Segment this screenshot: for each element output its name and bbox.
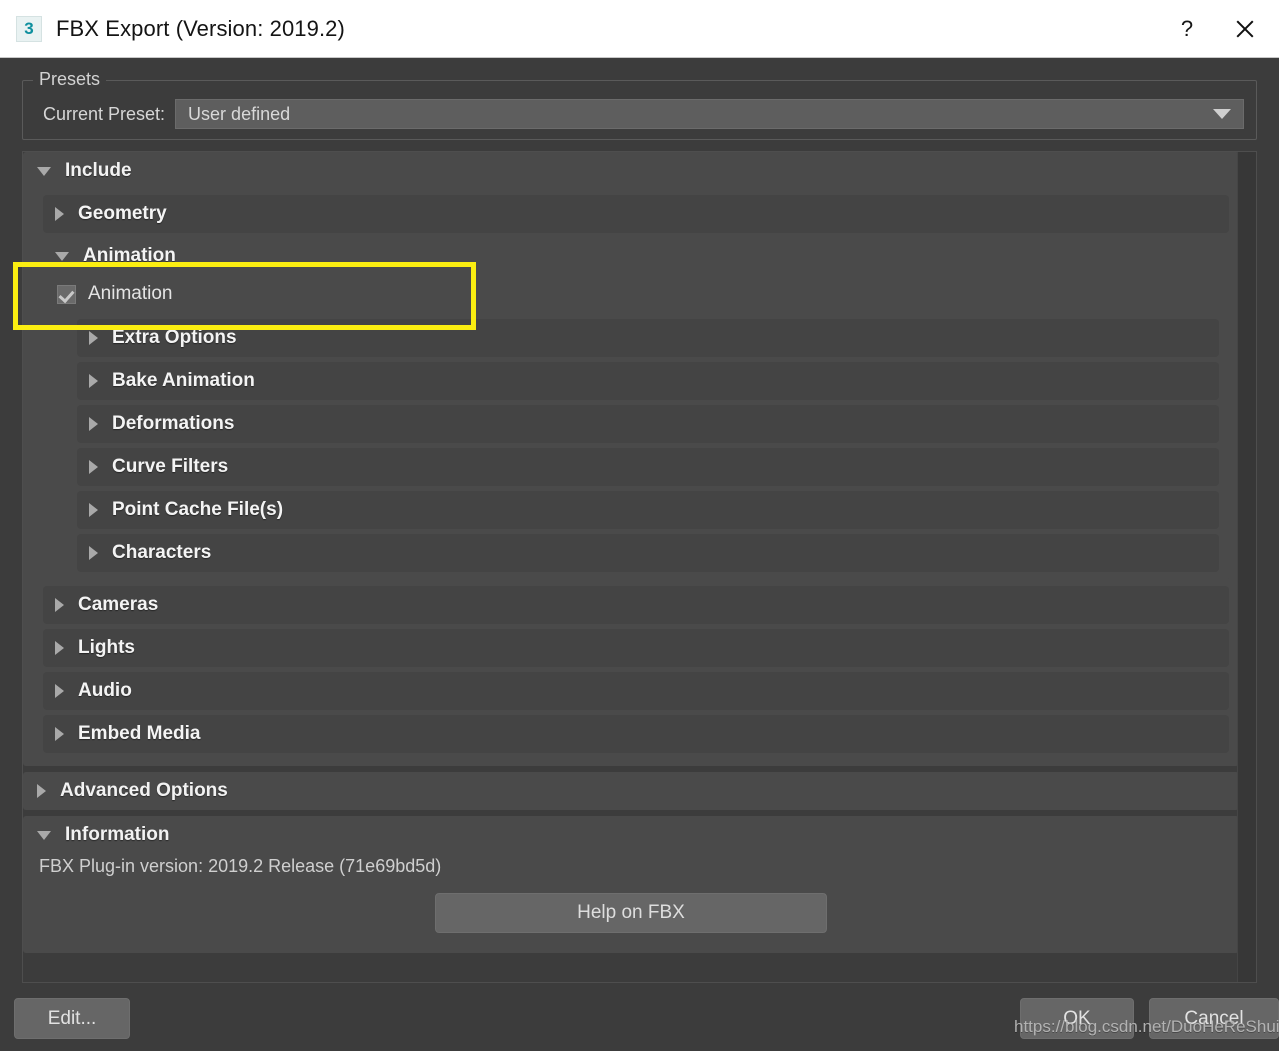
chevron-down-icon (37, 830, 51, 840)
row-extra-options[interactable]: Extra Options (77, 319, 1219, 357)
window-titlebar: 3 FBX Export (Version: 2019.2) ? (0, 0, 1279, 58)
chevron-down-icon (37, 166, 51, 176)
row-characters[interactable]: Characters (77, 534, 1219, 572)
group-advanced-options-header[interactable]: Advanced Options (23, 772, 1239, 810)
row-geometry[interactable]: Geometry (43, 195, 1229, 233)
chevron-right-icon (55, 727, 64, 741)
row-bake-animation-label: Bake Animation (112, 370, 255, 391)
current-preset-value: User defined (188, 103, 291, 124)
row-geometry-label: Geometry (78, 203, 167, 224)
row-characters-label: Characters (112, 542, 212, 563)
row-curve-filters[interactable]: Curve Filters (77, 448, 1219, 486)
help-icon[interactable]: ? (1158, 0, 1216, 57)
presets-legend: Presets (33, 69, 107, 90)
chevron-right-icon (55, 641, 64, 655)
group-information-header[interactable]: Information (23, 816, 1239, 854)
edit-button[interactable]: Edit... (14, 998, 130, 1039)
row-cameras[interactable]: Cameras (43, 586, 1229, 624)
row-cameras-label: Cameras (78, 594, 159, 615)
row-embed-media-label: Embed Media (78, 723, 201, 744)
chevron-right-icon (89, 374, 98, 388)
current-preset-dropdown[interactable]: User defined (175, 99, 1244, 129)
row-embed-media[interactable]: Embed Media (43, 715, 1229, 753)
group-information: Information FBX Plug-in version: 2019.2 … (23, 816, 1239, 953)
row-lights-label: Lights (78, 637, 135, 658)
row-extra-options-label: Extra Options (112, 327, 237, 348)
vertical-scrollbar[interactable] (1237, 152, 1256, 982)
app-icon: 3 (16, 15, 42, 42)
window-title: FBX Export (Version: 2019.2) (56, 15, 345, 41)
group-advanced-options: Advanced Options (23, 772, 1239, 810)
chevron-right-icon (55, 598, 64, 612)
chevron-right-icon (55, 207, 64, 221)
close-icon[interactable] (1216, 0, 1274, 57)
row-deformations-label: Deformations (112, 413, 235, 434)
chevron-right-icon (89, 331, 98, 345)
help-on-fbx-button[interactable]: Help on FBX (435, 893, 827, 933)
chevron-right-icon (89, 460, 98, 474)
group-include-header[interactable]: Include (23, 152, 1239, 190)
group-include: Include Geometry Animation Animation Ext… (23, 152, 1239, 766)
row-animation-label: Animation (83, 245, 176, 266)
group-information-label: Information (65, 824, 170, 845)
app-icon-glyph: 3 (24, 19, 34, 38)
close-x-glyph (1234, 18, 1256, 40)
chevron-right-icon (37, 784, 46, 798)
animation-checkbox-row[interactable]: Animation (43, 274, 1229, 314)
row-bake-animation[interactable]: Bake Animation (77, 362, 1219, 400)
chevron-right-icon (89, 546, 98, 560)
chevron-down-icon (1213, 109, 1231, 119)
row-animation-header[interactable]: Animation (43, 238, 1229, 274)
current-preset-label: Current Preset: (43, 103, 166, 124)
animation-checkbox-label: Animation (88, 283, 173, 304)
current-preset-row: Current Preset: User defined (23, 99, 1256, 129)
fbx-export-dialog: Presets Current Preset: User defined Inc… (0, 58, 1279, 1051)
options-list: Include Geometry Animation Animation Ext… (23, 152, 1239, 982)
chevron-right-icon (89, 417, 98, 431)
chevron-right-icon (89, 503, 98, 517)
plugin-version-text: FBX Plug-in version: 2019.2 Release (71e… (39, 856, 442, 876)
group-advanced-options-label: Advanced Options (60, 780, 228, 801)
chevron-down-icon (55, 251, 69, 261)
row-point-cache-files[interactable]: Point Cache File(s) (77, 491, 1219, 529)
animation-checkbox[interactable] (57, 284, 76, 304)
group-include-label: Include (65, 160, 132, 181)
presets-group: Presets Current Preset: User defined (22, 69, 1257, 140)
row-audio[interactable]: Audio (43, 672, 1229, 710)
chevron-right-icon (55, 684, 64, 698)
help-on-fbx-wrap: Help on FBX (23, 887, 1239, 945)
row-curve-filters-label: Curve Filters (112, 456, 229, 477)
options-scroll-area: Include Geometry Animation Animation Ext… (22, 151, 1257, 983)
row-point-cache-files-label: Point Cache File(s) (112, 499, 284, 520)
row-animation-group: Animation Animation Extra Options Bake A… (43, 238, 1229, 581)
row-audio-label: Audio (78, 680, 132, 701)
row-deformations[interactable]: Deformations (77, 405, 1219, 443)
row-lights[interactable]: Lights (43, 629, 1229, 667)
watermark-text: https://blog.csdn.net/DuoHeReShui (1014, 1017, 1279, 1036)
